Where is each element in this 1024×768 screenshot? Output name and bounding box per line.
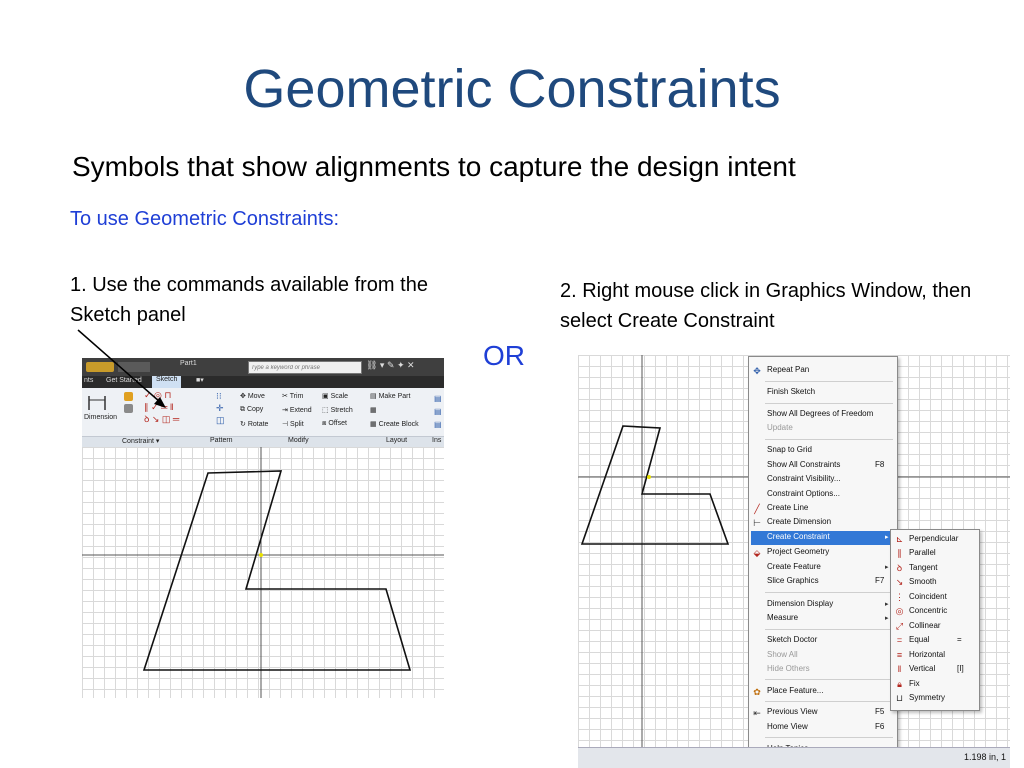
menu-item-dimension-display[interactable]: Dimension Display xyxy=(767,599,833,608)
status-bar: 1.198 in, 1 xyxy=(578,747,1010,768)
vertical-icon: ǁ xyxy=(897,664,902,674)
submenu-item-symmetry[interactable]: Symmetry xyxy=(909,693,945,702)
menu-item-constraint-visibility[interactable]: Constraint Visibility... xyxy=(767,474,841,483)
submenu-item-perpendicular[interactable]: Perpendicular xyxy=(909,534,958,543)
menu-separator xyxy=(765,679,893,680)
collinear-icon: ⤢ xyxy=(895,621,904,631)
submenu-item-equal[interactable]: Equal xyxy=(909,635,929,644)
shortcut-equal: = xyxy=(957,635,962,644)
menu-item-place-feature[interactable]: Place Feature... xyxy=(767,686,823,695)
menu-separator xyxy=(765,701,893,702)
submenu-item-fix[interactable]: Fix xyxy=(909,679,920,688)
fix-icon: 🔒︎ xyxy=(897,679,902,689)
menu-separator xyxy=(765,381,893,382)
line-icon: ╱ xyxy=(754,504,760,514)
menu-item-snap-to-grid[interactable]: Snap to Grid xyxy=(767,445,812,454)
submenu-arrow-icon: ▸ xyxy=(885,534,889,541)
menu-separator xyxy=(765,403,893,404)
coincident-icon: ⋮ xyxy=(895,592,904,602)
context-menu-screenshot: ✥ Repeat Pan Finish Sketch Show All Degr… xyxy=(578,355,1010,768)
menu-item-sketch-doctor[interactable]: Sketch Doctor xyxy=(767,635,817,644)
submenu-item-coincident[interactable]: Coincident xyxy=(909,592,947,601)
parallel-icon: ∥ xyxy=(897,548,902,558)
menu-item-show-all-constraints[interactable]: Show All Constraints xyxy=(767,460,840,469)
submenu-item-tangent[interactable]: Tangent xyxy=(909,563,937,572)
submenu-item-concentric[interactable]: Concentric xyxy=(909,606,947,615)
menu-item-show-dof[interactable]: Show All Degrees of Freedom xyxy=(767,409,873,418)
menu-item-finish-sketch[interactable]: Finish Sketch xyxy=(767,387,815,396)
place-feature-icon: ✿ xyxy=(753,687,761,697)
status-coordinates: 1.198 in, 1 xyxy=(963,752,1006,762)
menu-item-update: Update xyxy=(767,423,793,432)
menu-item-hide-others: Hide Others xyxy=(767,664,810,673)
perpendicular-icon: ⊾ xyxy=(895,534,904,544)
previous-view-icon: ⇤ xyxy=(753,708,761,718)
menu-item-show-all: Show All xyxy=(767,650,798,659)
constraint-submenu: ⊾ Perpendicular ∥ Parallel ꝺ Tangent ↘ S… xyxy=(890,529,980,711)
equal-icon: = xyxy=(896,635,903,645)
shortcut-f8: F8 xyxy=(875,460,885,469)
menu-item-measure[interactable]: Measure xyxy=(767,613,798,622)
menu-separator xyxy=(765,439,893,440)
shortcut-f7: F7 xyxy=(875,576,885,585)
menu-item-create-feature[interactable]: Create Feature xyxy=(767,562,821,571)
submenu-arrow-icon: ▸ xyxy=(885,601,889,608)
menu-item-previous-view[interactable]: Previous View xyxy=(767,707,818,716)
submenu-item-collinear[interactable]: Collinear xyxy=(909,621,941,630)
menu-item-home-view[interactable]: Home View xyxy=(767,722,808,731)
dimension-icon: ⊢ xyxy=(753,518,761,528)
menu-item-create-constraint[interactable]: Create Constraint xyxy=(767,532,830,541)
submenu-arrow-icon: ▸ xyxy=(885,564,889,571)
submenu-arrow-icon: ▸ xyxy=(885,615,889,622)
submenu-item-vertical[interactable]: Vertical xyxy=(909,664,935,673)
menu-separator xyxy=(765,737,893,738)
horizontal-icon: ≡ xyxy=(896,650,903,660)
shortcut-vertical: [I] xyxy=(957,664,964,673)
submenu-item-horizontal[interactable]: Horizontal xyxy=(909,650,945,659)
menu-separator xyxy=(765,629,893,630)
concentric-icon: ◎ xyxy=(895,606,904,616)
menu-item-constraint-options[interactable]: Constraint Options... xyxy=(767,489,840,498)
pan-icon: ✥ xyxy=(753,366,761,376)
symmetry-icon: ⊔ xyxy=(895,693,904,703)
menu-item-project-geometry[interactable]: Project Geometry xyxy=(767,547,829,556)
smooth-icon: ↘ xyxy=(895,577,904,587)
tangent-icon: ꝺ xyxy=(896,563,903,573)
context-menu: ✥ Repeat Pan Finish Sketch Show All Degr… xyxy=(748,356,898,762)
submenu-item-parallel[interactable]: Parallel xyxy=(909,548,936,557)
submenu-item-smooth[interactable]: Smooth xyxy=(909,577,937,586)
shortcut-f6: F6 xyxy=(875,722,885,731)
menu-item-create-line[interactable]: Create Line xyxy=(767,503,808,512)
shortcut-f5: F5 xyxy=(875,707,885,716)
menu-item-slice-graphics[interactable]: Slice Graphics xyxy=(767,576,819,585)
project-icon: ⬙ xyxy=(753,548,761,558)
menu-separator xyxy=(765,592,893,593)
menu-item-repeat-pan[interactable]: Repeat Pan xyxy=(767,365,809,374)
menu-item-create-dimension[interactable]: Create Dimension xyxy=(767,517,831,526)
